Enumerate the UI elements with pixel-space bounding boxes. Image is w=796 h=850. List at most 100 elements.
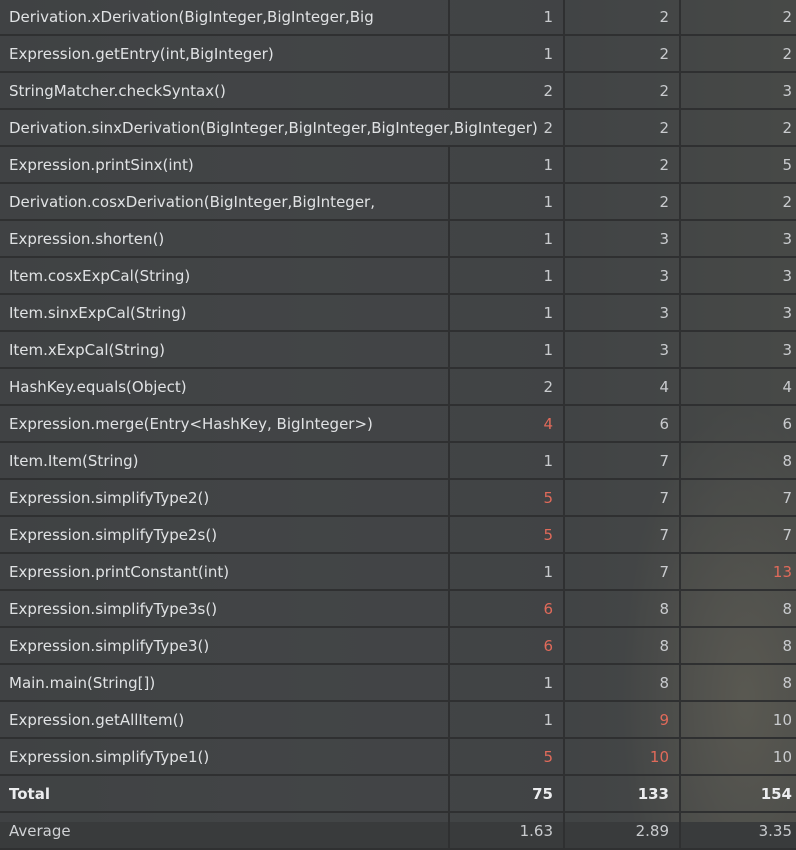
metric-3-cell: 8 <box>681 591 796 628</box>
method-name-cell[interactable]: Item.sinxExpCal(String) <box>0 295 450 332</box>
table-row[interactable]: Expression.getAllItem() 1 9 10 <box>0 702 796 739</box>
metric-1-cell: 1 <box>450 702 565 739</box>
method-name-cell[interactable]: Expression.getAllItem() <box>0 702 450 739</box>
table-row[interactable]: Expression.printSinx(int) 1 2 5 <box>0 147 796 184</box>
method-name-cell[interactable]: StringMatcher.checkSyntax() <box>0 73 450 110</box>
metric-1-cell: 5 <box>450 480 565 517</box>
metric-3-cell: 2 <box>681 184 796 221</box>
method-name-cell[interactable]: Item.xExpCal(String) <box>0 332 450 369</box>
table-row[interactable]: Expression.simplifyType3() 6 8 8 <box>0 628 796 665</box>
table-row[interactable]: Item.cosxExpCal(String) 1 3 3 <box>0 258 796 295</box>
metric-3-cell: 8 <box>681 443 796 480</box>
method-name-cell[interactable]: Expression.simplifyType3s() <box>0 591 450 628</box>
metric-1-cell: 1 <box>450 147 565 184</box>
method-name-cell[interactable]: Expression.merge(Entry<HashKey, BigInteg… <box>0 406 450 443</box>
metric-3-cell: 3 <box>681 332 796 369</box>
method-name-cell[interactable]: HashKey.equals(Object) <box>0 369 450 406</box>
table-row[interactable]: Expression.simplifyType2() 5 7 7 <box>0 480 796 517</box>
metric-3-cell: 3 <box>681 73 796 110</box>
metric-1-cell: 1 <box>450 295 565 332</box>
metric-3-cell: 2 <box>681 36 796 73</box>
metric-3-cell: 7 <box>681 480 796 517</box>
table-row[interactable]: Main.main(String[]) 1 8 8 <box>0 665 796 702</box>
table-row[interactable]: Derivation.xDerivation(BigInteger,BigInt… <box>0 0 796 36</box>
metric-3-cell: 5 <box>681 147 796 184</box>
total-metric-3: 154 <box>681 776 796 813</box>
average-metric-3: 3.35 <box>681 813 796 850</box>
table-row[interactable]: Expression.getEntry(int,BigInteger) 1 2 … <box>0 36 796 73</box>
metric-3-cell: 8 <box>681 665 796 702</box>
total-metric-1: 75 <box>450 776 565 813</box>
metric-2-cell: 8 <box>565 628 681 665</box>
method-name-cell[interactable]: Expression.simplifyType2s() <box>0 517 450 554</box>
average-metric-1: 1.63 <box>450 813 565 850</box>
method-name-cell[interactable]: Item.cosxExpCal(String) <box>0 258 450 295</box>
method-name-cell[interactable]: Expression.simplifyType3() <box>0 628 450 665</box>
metric-2-cell: 8 <box>565 665 681 702</box>
metric-3-cell: 2 <box>681 110 796 147</box>
table-row[interactable]: HashKey.equals(Object) 2 4 4 <box>0 369 796 406</box>
metric-1-cell: 5 <box>450 739 565 776</box>
metric-2-cell: 2 <box>565 110 681 147</box>
metric-2-cell: 8 <box>565 591 681 628</box>
total-metric-2: 133 <box>565 776 681 813</box>
method-name-text: Derivation.sinxDerivation(BigInteger,Big… <box>9 118 538 137</box>
metric-2-cell: 2 <box>565 147 681 184</box>
metric-1-cell: 1 <box>450 554 565 591</box>
method-name-cell[interactable]: Expression.simplifyType2() <box>0 480 450 517</box>
metric-3-cell: 3 <box>681 295 796 332</box>
table-row[interactable]: Expression.merge(Entry<HashKey, BigInteg… <box>0 406 796 443</box>
metric-3-cell: 3 <box>681 258 796 295</box>
metric-2-cell: 9 <box>565 702 681 739</box>
average-label: Average <box>0 813 450 850</box>
method-name-cell[interactable]: Expression.shorten() <box>0 221 450 258</box>
metric-1-cell: 6 <box>450 591 565 628</box>
metric-2-cell: 2 <box>565 36 681 73</box>
method-name-cell[interactable]: Derivation.xDerivation(BigInteger,BigInt… <box>0 0 450 36</box>
metric-3-cell: 6 <box>681 406 796 443</box>
method-name-cell[interactable]: Expression.printSinx(int) <box>0 147 450 184</box>
metric-1-cell: 1 <box>450 665 565 702</box>
metric-2-cell: 6 <box>565 406 681 443</box>
table-row[interactable]: Derivation.cosxDerivation(BigInteger,Big… <box>0 184 796 221</box>
metric-2-cell: 7 <box>565 480 681 517</box>
table-row[interactable]: Derivation.sinxDerivation(BigInteger,Big… <box>0 110 796 147</box>
method-name-cell[interactable]: Item.Item(String) <box>0 443 450 480</box>
table-row[interactable]: Expression.printConstant(int) 1 7 13 <box>0 554 796 591</box>
metric-1-cell: 2 <box>450 73 565 110</box>
method-name-cell[interactable]: Expression.getEntry(int,BigInteger) <box>0 36 450 73</box>
metric-3-cell: 7 <box>681 517 796 554</box>
method-name-cell[interactable]: Expression.printConstant(int) <box>0 554 450 591</box>
metric-1-cell: 1 <box>450 36 565 73</box>
metric-2-cell: 10 <box>565 739 681 776</box>
metric-1-cell: 6 <box>450 628 565 665</box>
metric-1-cell: 1 <box>450 184 565 221</box>
table-row[interactable]: Expression.simplifyType2s() 5 7 7 <box>0 517 796 554</box>
metric-2-cell: 3 <box>565 295 681 332</box>
metric-2-cell: 4 <box>565 369 681 406</box>
table-row[interactable]: Item.sinxExpCal(String) 1 3 3 <box>0 295 796 332</box>
table-row[interactable]: Expression.simplifyType1() 5 10 10 <box>0 739 796 776</box>
metric-2-cell: 3 <box>565 258 681 295</box>
average-row: Average 1.63 2.89 3.35 <box>0 813 796 850</box>
method-name-cell[interactable]: Derivation.cosxDerivation(BigInteger,Big… <box>0 184 450 221</box>
metric-3-cell: 3 <box>681 221 796 258</box>
table-row[interactable]: Item.Item(String) 1 7 8 <box>0 443 796 480</box>
table-row[interactable]: Item.xExpCal(String) 1 3 3 <box>0 332 796 369</box>
table-row[interactable]: Expression.shorten() 1 3 3 <box>0 221 796 258</box>
table-row[interactable]: StringMatcher.checkSyntax() 2 2 3 <box>0 73 796 110</box>
metric-3-cell: 10 <box>681 739 796 776</box>
metric-3-cell: 13 <box>681 554 796 591</box>
metric-2-cell: 7 <box>565 443 681 480</box>
method-name-cell[interactable]: Main.main(String[]) <box>0 665 450 702</box>
metric-1-cell: 5 <box>450 517 565 554</box>
method-name-cell[interactable]: Derivation.sinxDerivation(BigInteger,Big… <box>0 110 565 147</box>
method-name-cell[interactable]: Expression.simplifyType1() <box>0 739 450 776</box>
table-row[interactable]: Expression.simplifyType3s() 6 8 8 <box>0 591 796 628</box>
metric-1-cell: 1 <box>450 0 565 36</box>
metrics-table: Derivation.xDerivation(BigInteger,BigInt… <box>0 0 796 850</box>
metric-2-cell: 7 <box>565 517 681 554</box>
average-metric-2: 2.89 <box>565 813 681 850</box>
metric-2-cell: 7 <box>565 554 681 591</box>
metric-2-cell: 3 <box>565 221 681 258</box>
